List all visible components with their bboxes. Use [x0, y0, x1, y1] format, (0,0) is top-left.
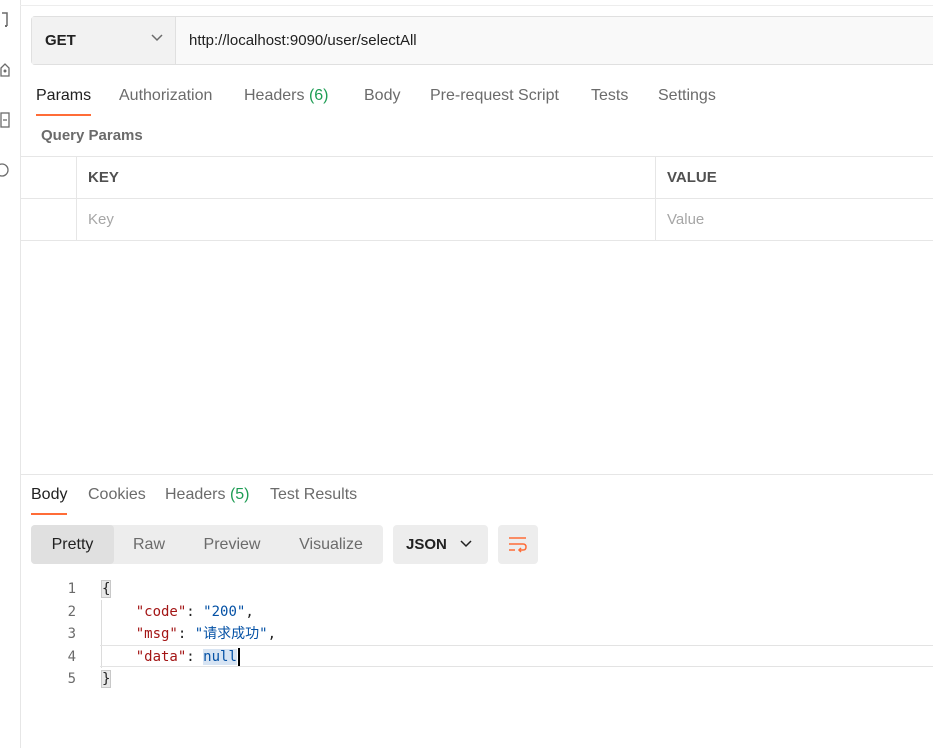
json-key: "code"	[135, 603, 187, 620]
line-number: 5	[67, 671, 76, 688]
method-label: GET	[45, 32, 76, 49]
url-input[interactable]: http://localhost:9090/user/selectAll	[189, 17, 417, 64]
json-value: "200"	[203, 603, 246, 620]
tab-test-results[interactable]: Test Results	[270, 484, 357, 516]
tab-authorization[interactable]: Authorization	[119, 83, 212, 117]
text-cursor	[237, 647, 240, 666]
open-brace: {	[100, 580, 112, 598]
tab-response-headers[interactable]: Headers (5)	[165, 484, 250, 516]
line-number: 1	[67, 581, 76, 597]
left-sidebar-edge	[0, 0, 21, 748]
view-raw-button[interactable]: Raw	[117, 525, 181, 564]
environment-icon[interactable]	[0, 62, 10, 78]
tab-response-body[interactable]: Body	[31, 484, 68, 516]
view-pretty-button[interactable]: Pretty	[31, 525, 114, 564]
json-key: "data"	[135, 648, 187, 665]
chevron-down-icon	[460, 540, 472, 548]
wrap-lines-icon	[509, 537, 527, 553]
mock-server-icon[interactable]	[0, 112, 10, 128]
format-label: JSON	[406, 536, 447, 553]
code-line: 3 "msg": "请求成功",	[20, 623, 933, 646]
history-icon[interactable]	[0, 162, 10, 178]
top-divider	[20, 5, 933, 6]
tab-headers[interactable]: Headers (6)	[244, 83, 329, 117]
tab-settings[interactable]: Settings	[658, 83, 716, 117]
query-params-table: KEY VALUE Key Value	[20, 156, 933, 241]
close-brace: }	[100, 670, 112, 689]
format-select[interactable]: JSON	[393, 525, 488, 564]
tab-cookies[interactable]: Cookies	[88, 484, 146, 516]
response-body-editor[interactable]: 1 { 2 "code": "200", 3 "msg": "请求成功", 4 …	[20, 578, 933, 691]
json-value: "请求成功"	[194, 626, 268, 643]
code-line: 2 "code": "200",	[20, 601, 933, 624]
tab-tests[interactable]: Tests	[591, 83, 628, 117]
line-number: 4	[67, 648, 76, 665]
key-column-header: KEY	[88, 169, 119, 186]
value-input[interactable]: Value	[667, 199, 927, 240]
request-url-bar: GET http://localhost:9090/user/selectAll	[31, 16, 933, 65]
wrap-lines-button[interactable]	[498, 525, 538, 564]
response-headers-count: (5)	[229, 486, 250, 503]
table-header-row: KEY VALUE	[20, 156, 933, 198]
view-visualize-button[interactable]: Visualize	[291, 525, 371, 564]
method-select[interactable]: GET	[32, 17, 176, 64]
code-line: 1 {	[20, 578, 933, 601]
code-line: 5 }	[20, 668, 933, 691]
headers-count: (6)	[308, 87, 329, 104]
code-line: 4 "data": null	[20, 646, 933, 669]
view-preview-button[interactable]: Preview	[192, 525, 272, 564]
json-value: null	[203, 648, 237, 665]
pane-divider[interactable]	[20, 474, 933, 475]
view-mode-selector: Pretty Raw Preview Visualize	[31, 525, 383, 564]
chevron-down-icon	[151, 34, 163, 42]
tab-pre-request-script[interactable]: Pre-request Script	[430, 83, 559, 117]
line-number: 3	[67, 626, 76, 643]
tab-params[interactable]: Params	[36, 83, 92, 117]
line-number: 2	[67, 603, 76, 620]
key-input[interactable]: Key	[88, 199, 648, 240]
json-key: "msg"	[135, 626, 178, 643]
tab-body[interactable]: Body	[364, 83, 400, 117]
table-row: Key Value	[20, 198, 933, 241]
value-column-header: VALUE	[667, 169, 717, 186]
collection-icon[interactable]	[0, 12, 10, 28]
query-params-title: Query Params	[41, 127, 143, 144]
